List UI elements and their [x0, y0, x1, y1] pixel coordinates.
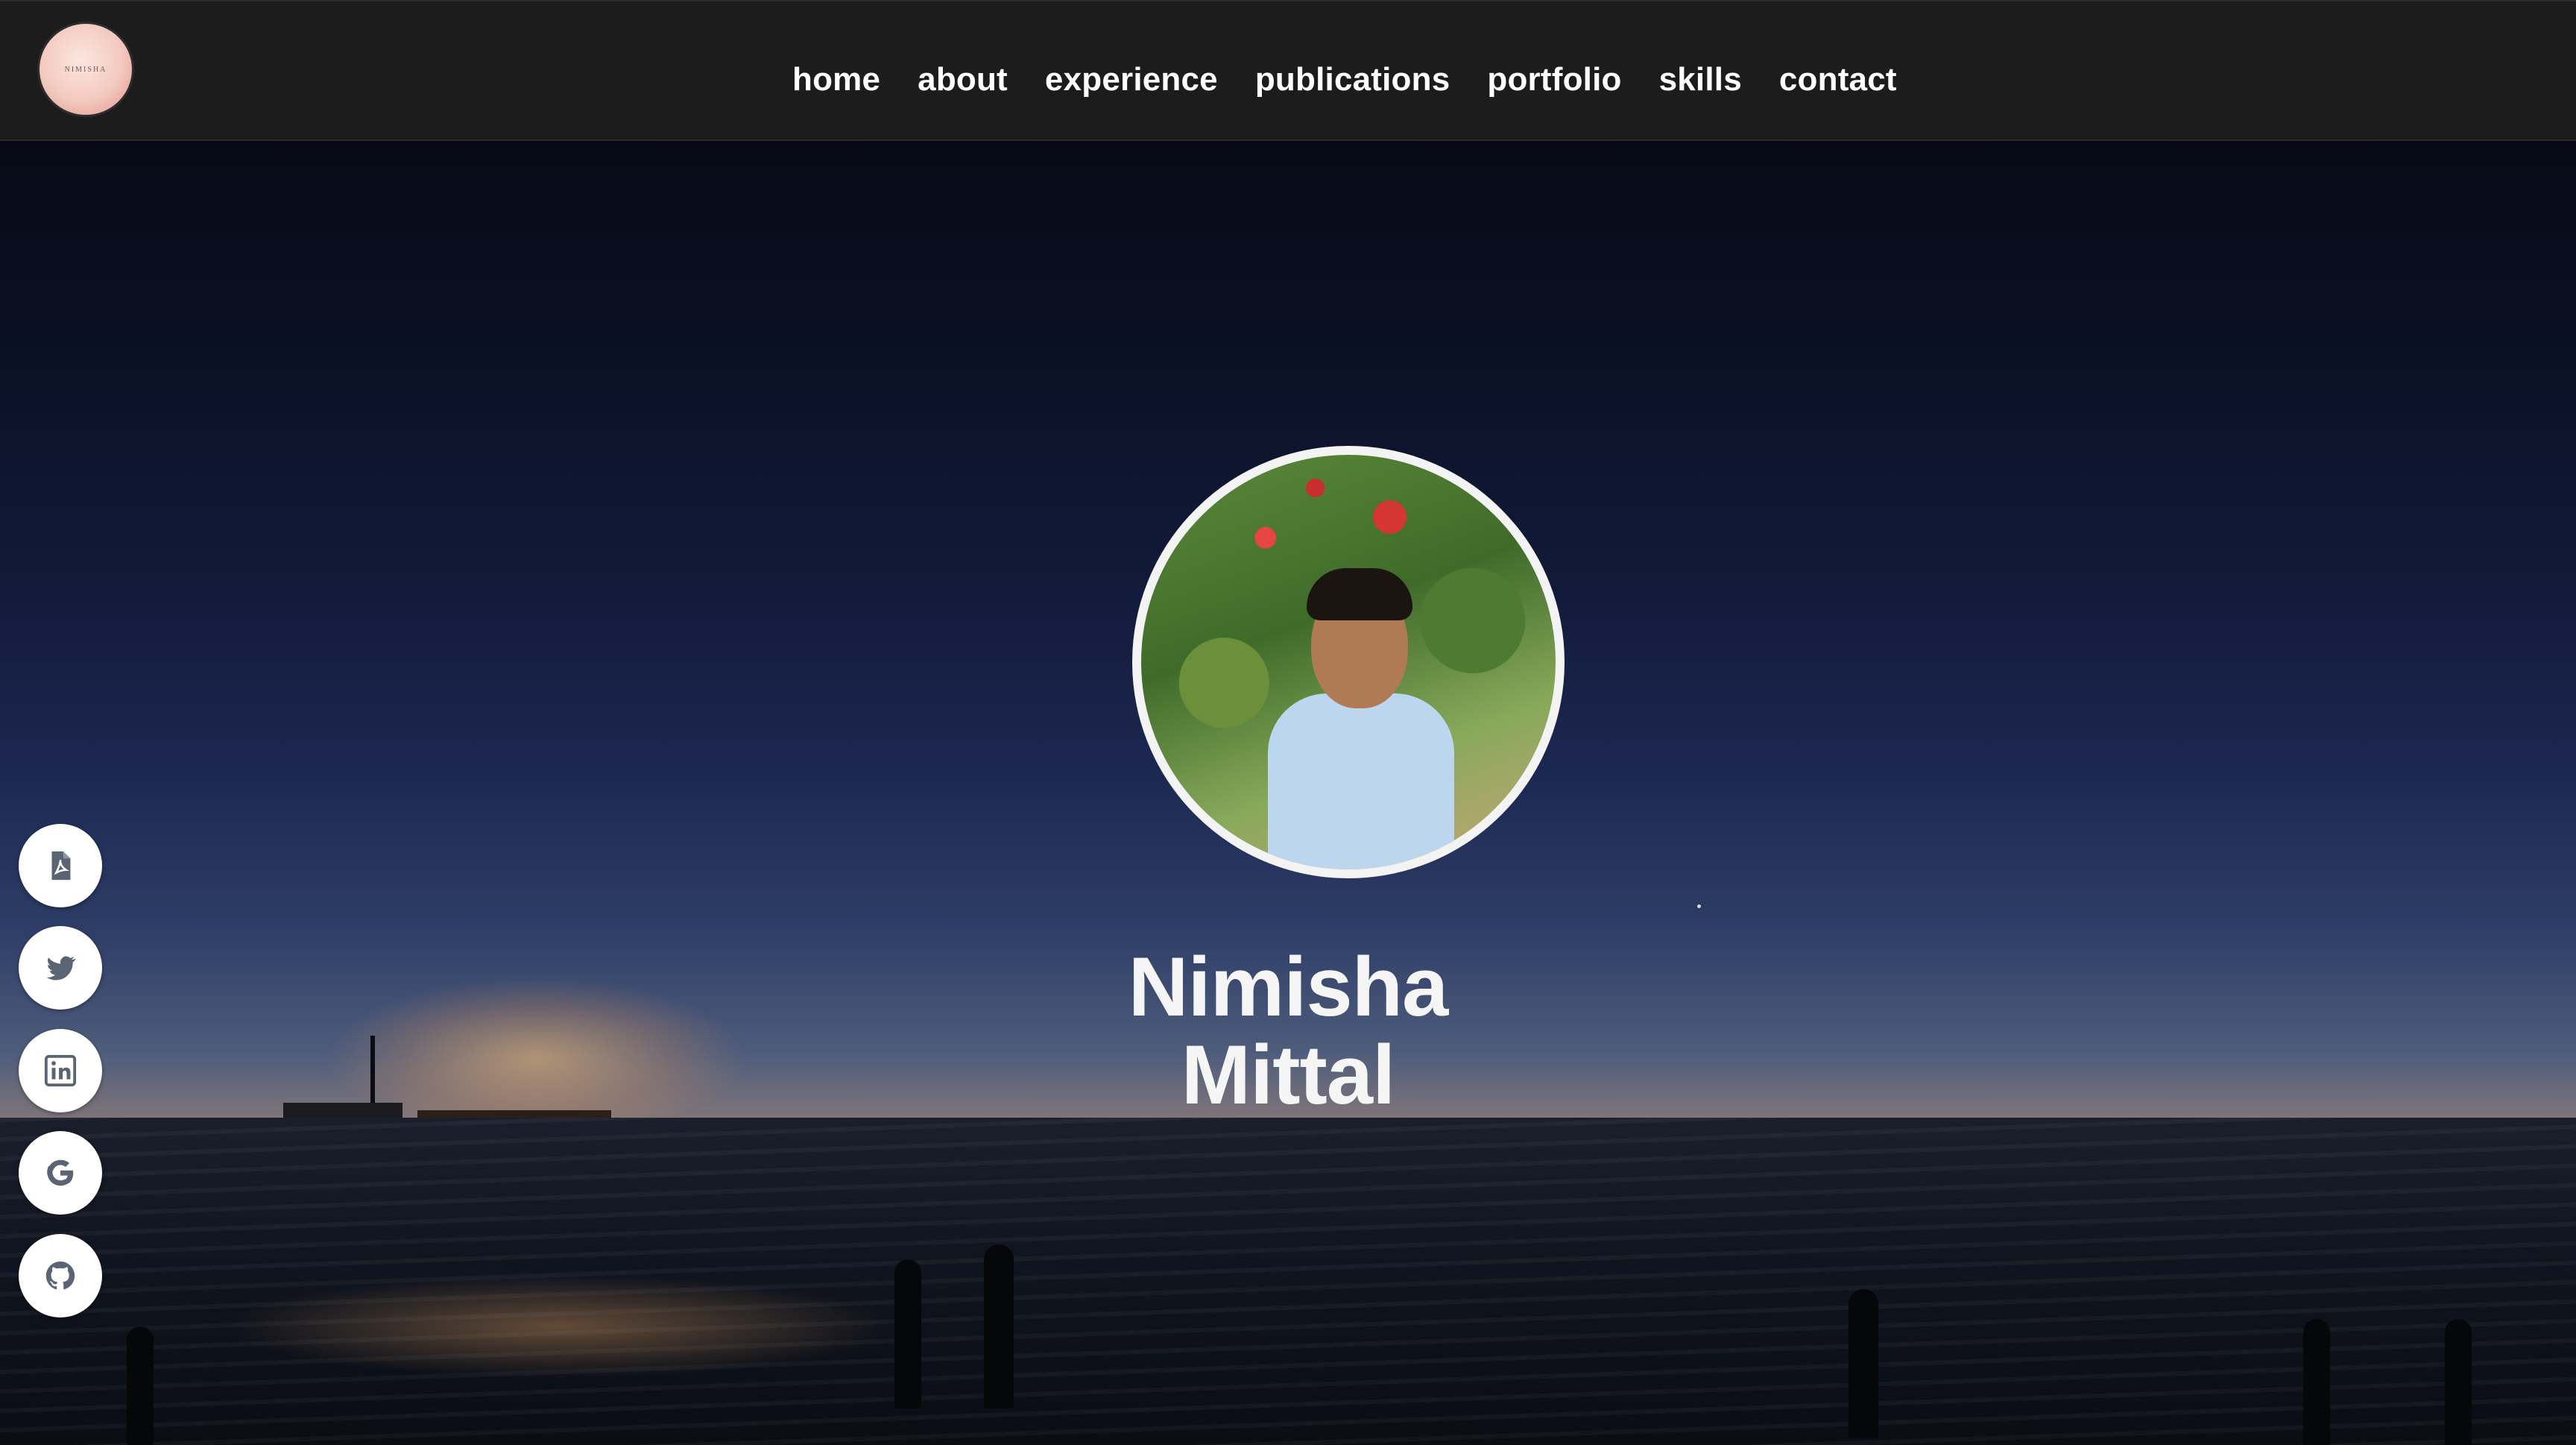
- nav-link-experience[interactable]: experience: [1045, 61, 1218, 98]
- photo-body: [1268, 693, 1454, 869]
- site-logo[interactable]: NIMISHA: [40, 24, 132, 115]
- resume-pdf-button[interactable]: [19, 824, 102, 907]
- nav-link-home[interactable]: home: [792, 61, 880, 98]
- github-button[interactable]: [19, 1234, 102, 1318]
- profile-photo: [1132, 446, 1565, 878]
- google-scholar-icon: [47, 1159, 74, 1186]
- person-silhouette: [984, 1244, 1014, 1408]
- person-silhouette: [894, 1259, 921, 1408]
- hero-last-name: Mittal: [1181, 1028, 1395, 1121]
- nav-link-skills[interactable]: skills: [1659, 61, 1742, 98]
- nav-link-portfolio[interactable]: portfolio: [1487, 61, 1621, 98]
- logo-text: NIMISHA: [64, 65, 107, 74]
- main-nav: home about experience publications portf…: [792, 1, 1934, 158]
- pdf-resume-icon: [51, 851, 71, 881]
- person-silhouette: [2445, 1319, 2472, 1445]
- github-icon: [45, 1261, 75, 1290]
- top-navbar: NIMISHA home about experience publicatio…: [0, 0, 2576, 141]
- hero-first-name: Nimisha: [1128, 940, 1449, 1033]
- light-reflection: [224, 1274, 894, 1379]
- person-silhouette: [1849, 1289, 1878, 1438]
- person-silhouette: [2303, 1319, 2330, 1445]
- google-scholar-button[interactable]: [19, 1131, 102, 1215]
- linkedin-icon: [44, 1054, 77, 1087]
- star-dot: [1697, 904, 1701, 908]
- nav-link-publications[interactable]: publications: [1255, 61, 1450, 98]
- twitter-button[interactable]: [19, 926, 102, 1010]
- nav-link-contact[interactable]: contact: [1779, 61, 1897, 98]
- nav-link-about[interactable]: about: [918, 61, 1008, 98]
- photo-hair: [1307, 568, 1412, 620]
- twitter-icon: [46, 956, 76, 980]
- person-silhouette: [127, 1326, 154, 1445]
- linkedin-button[interactable]: [19, 1029, 102, 1112]
